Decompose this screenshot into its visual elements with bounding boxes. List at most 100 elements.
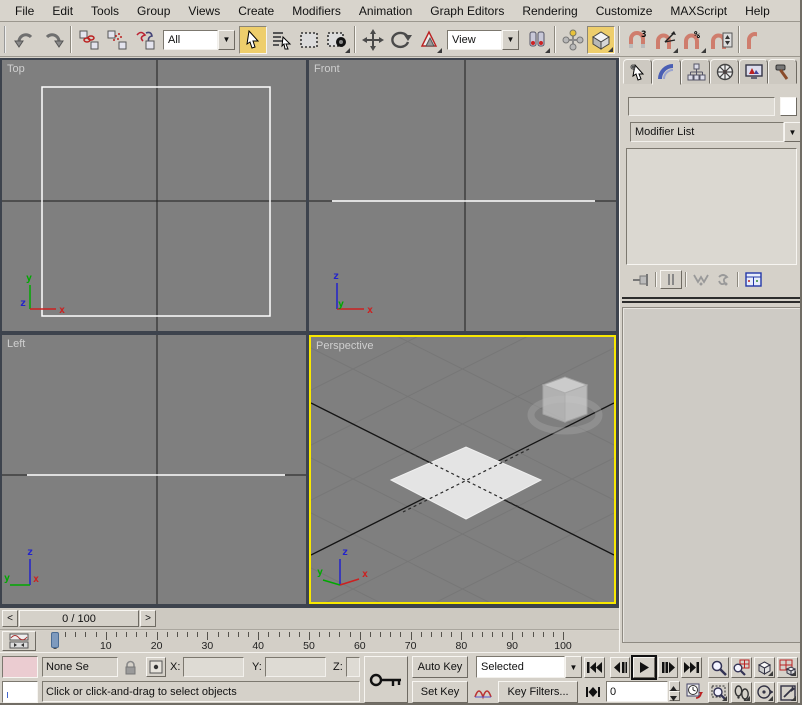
panel-splitter[interactable] xyxy=(622,297,801,303)
snap-3d-button[interactable]: 3 xyxy=(623,26,651,54)
menu-views[interactable]: Views xyxy=(179,1,229,21)
go-to-start-button[interactable] xyxy=(584,657,605,678)
time-step-back-button[interactable]: < xyxy=(2,610,18,627)
reference-coordsys-combo[interactable]: View ▼ xyxy=(447,30,519,50)
menu-tools[interactable]: Tools xyxy=(82,1,128,21)
pan-button[interactable] xyxy=(731,682,752,703)
remove-modifier-button[interactable] xyxy=(712,270,734,289)
z-coordinate-field[interactable] xyxy=(346,657,360,677)
pin-stack-button[interactable] xyxy=(630,270,652,289)
select-and-rotate-button[interactable] xyxy=(387,26,415,54)
snaps-toggle-button[interactable] xyxy=(587,26,615,54)
y-coordinate-field[interactable] xyxy=(265,657,326,677)
next-frame-button[interactable] xyxy=(658,657,678,678)
select-by-name-button[interactable] xyxy=(267,26,295,54)
previous-frame-button[interactable] xyxy=(610,657,630,678)
maxscript-listener-white[interactable] xyxy=(2,681,38,703)
show-end-result-button[interactable] xyxy=(660,270,682,289)
spinner-snap-button[interactable] xyxy=(707,26,735,54)
coordsys-arrow[interactable]: ▼ xyxy=(502,30,519,50)
tab-create[interactable] xyxy=(623,59,652,84)
tab-motion[interactable] xyxy=(710,59,739,84)
set-keys-button[interactable] xyxy=(364,656,408,703)
plane-object-perspective[interactable] xyxy=(391,447,541,519)
make-unique-button[interactable] xyxy=(690,270,712,289)
menu-rendering[interactable]: Rendering xyxy=(513,1,586,21)
viewport-left[interactable]: Left z y x xyxy=(2,335,306,604)
viewport-perspective-label[interactable]: Perspective xyxy=(316,340,373,352)
selection-set-arrow[interactable]: ▼ xyxy=(565,656,582,678)
tab-display[interactable] xyxy=(739,59,768,84)
viewport-perspective[interactable]: Perspective z xyxy=(309,335,616,604)
menu-help[interactable]: Help xyxy=(736,1,779,21)
viewcube[interactable] xyxy=(531,377,599,431)
undo-button[interactable] xyxy=(11,26,39,54)
viewport-left-label[interactable]: Left xyxy=(7,338,25,350)
zoom-button[interactable] xyxy=(708,657,729,678)
menu-modifiers[interactable]: Modifiers xyxy=(283,1,350,21)
select-and-move-button[interactable] xyxy=(359,26,387,54)
redo-button[interactable] xyxy=(39,26,67,54)
key-mode-toggle-button[interactable] xyxy=(584,682,602,702)
select-and-link-button[interactable] xyxy=(75,26,103,54)
menu-create[interactable]: Create xyxy=(229,1,283,21)
auto-key-button[interactable]: Auto Key xyxy=(412,656,468,678)
bind-to-spacewarp-button[interactable] xyxy=(131,26,159,54)
selection-filter-arrow[interactable]: ▼ xyxy=(218,30,235,50)
track-bar[interactable]: 0102030405060708090100 xyxy=(0,631,619,652)
menu-graph-editors[interactable]: Graph Editors xyxy=(421,1,513,21)
time-configuration-button[interactable] xyxy=(684,681,704,702)
selection-count-field[interactable]: None Se xyxy=(42,657,118,677)
tab-modify[interactable] xyxy=(652,59,681,85)
menu-group[interactable]: Group xyxy=(128,1,179,21)
track-bar-ruler[interactable]: 0102030405060708090100 xyxy=(38,631,618,652)
viewport-top[interactable]: Top y x z xyxy=(2,60,306,331)
play-animation-button[interactable] xyxy=(633,657,655,678)
menu-file[interactable]: File xyxy=(6,1,43,21)
select-object-button[interactable] xyxy=(239,26,267,54)
arc-rotate-button[interactable] xyxy=(754,682,775,703)
time-slider[interactable]: < 0 / 100 > xyxy=(0,608,619,630)
absolute-mode-button[interactable] xyxy=(146,657,166,677)
menu-customize[interactable]: Customize xyxy=(587,1,662,21)
toolbar-grip[interactable] xyxy=(4,26,9,53)
configure-modifier-sets-button[interactable] xyxy=(742,270,764,289)
frame-spinner-down[interactable] xyxy=(669,691,680,701)
modifier-list-arrow[interactable]: ▼ xyxy=(784,122,801,142)
zoom-extents-all-button[interactable] xyxy=(777,657,798,678)
current-frame-marker[interactable] xyxy=(51,632,59,648)
default-tangent-button[interactable] xyxy=(472,681,494,703)
zoom-extents-button[interactable] xyxy=(754,657,775,678)
viewport-front-label[interactable]: Front xyxy=(314,63,340,75)
menu-maxscript[interactable]: MAXScript xyxy=(661,1,736,21)
x-coordinate-field[interactable] xyxy=(183,657,244,677)
object-name-field[interactable] xyxy=(628,97,775,116)
zoom-all-button[interactable] xyxy=(731,657,752,678)
modifier-stack-list[interactable] xyxy=(626,148,797,265)
set-key-button[interactable]: Set Key xyxy=(412,681,468,703)
go-to-end-button[interactable] xyxy=(681,657,702,678)
use-pivot-point-center-button[interactable] xyxy=(523,26,551,54)
frame-spinner[interactable] xyxy=(669,681,680,702)
window-crossing-button[interactable] xyxy=(323,26,351,54)
object-color-swatch[interactable] xyxy=(780,97,797,116)
selection-filter-combo[interactable]: All ▼ xyxy=(163,30,235,50)
angle-snap-button[interactable] xyxy=(651,26,679,54)
time-step-forward-button[interactable]: > xyxy=(140,610,156,627)
modifier-list-combo[interactable]: Modifier List ▼ xyxy=(630,122,801,142)
key-filters-button[interactable]: Key Filters... xyxy=(498,681,578,703)
toolbar-clipped-button[interactable] xyxy=(743,26,757,54)
rectangular-selection-region-button[interactable] xyxy=(295,26,323,54)
zoom-region-button[interactable] xyxy=(708,682,729,703)
current-frame-field[interactable]: 0 xyxy=(606,681,668,702)
tab-hierarchy[interactable] xyxy=(681,59,710,84)
selection-lock-button[interactable] xyxy=(121,658,140,677)
menu-edit[interactable]: Edit xyxy=(43,1,82,21)
percent-snap-button[interactable]: % xyxy=(679,26,707,54)
time-slider-handle[interactable]: 0 / 100 xyxy=(19,610,139,627)
frame-spinner-up[interactable] xyxy=(669,681,680,691)
mini-curve-editor-button[interactable] xyxy=(2,631,36,651)
tab-utilities[interactable] xyxy=(768,59,797,84)
viewport-front[interactable]: Front z x y xyxy=(309,60,616,331)
selection-set-combo[interactable]: Selected ▼ xyxy=(476,656,582,678)
